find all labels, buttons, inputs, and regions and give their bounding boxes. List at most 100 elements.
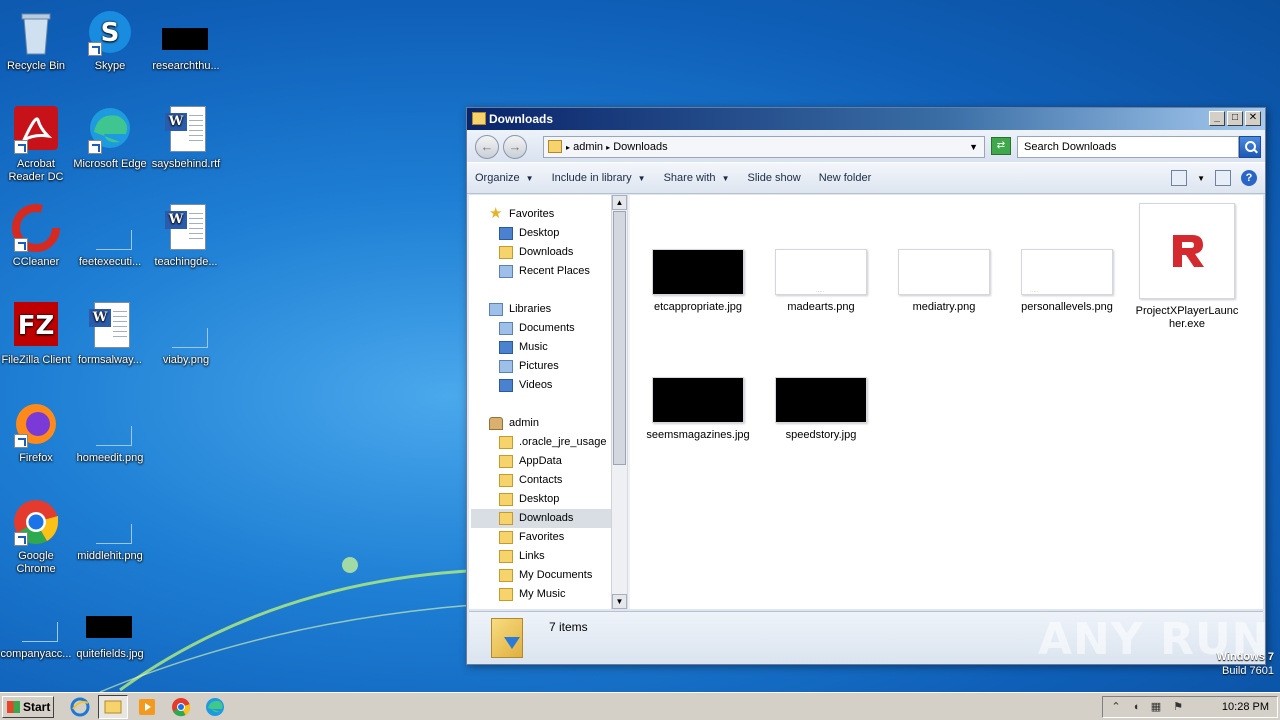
nav-pictures[interactable]: Pictures [471,357,611,376]
nav-desktop[interactable]: Desktop [471,224,611,243]
file-item[interactable]: ProjectXPlayerLauncher.exe [1135,203,1239,331]
acrobat-icon [12,106,60,154]
roblox-icon [1139,203,1235,299]
desktop-icon-recycle-bin[interactable]: Recycle Bin [0,8,74,73]
desktop-icon-feetexecuti[interactable]: feetexecuti... [72,204,148,269]
search-input[interactable]: Search Downloads [1017,136,1239,158]
scroll-thumb[interactable] [613,211,626,465]
desktop-icon-saysbehind[interactable]: saysbehind.rtf [148,106,224,171]
nav-favorites[interactable]: ★ Favorites [471,205,611,224]
chevron-down-icon[interactable]: ▼ [969,137,978,157]
breadcrumb-downloads[interactable]: Downloads [613,141,667,153]
include-in-library-button[interactable]: Include in library ▼ [552,172,646,184]
view-options-icon[interactable] [1171,170,1188,186]
minimize-button[interactable]: _ [1209,111,1225,126]
folder-icon [499,493,513,506]
network-icon[interactable]: ▦ [1149,700,1163,714]
nav-my-documents[interactable]: My Documents [471,566,611,585]
nav-recent-places[interactable]: Recent Places [471,262,611,281]
file-item[interactable]: seemsmagazines.jpg [643,377,753,442]
file-item[interactable]: speedstory.jpg [766,377,876,442]
file-item[interactable]: ····· personallevels.png [1012,249,1122,314]
slide-show-button[interactable]: Slide show [747,172,800,184]
desktop-icon-viaby[interactable]: viaby.png [148,302,224,367]
nav-documents[interactable]: Documents [471,319,611,338]
desktop-icon-formsalway[interactable]: formsalway... [72,302,148,367]
nav-music[interactable]: Music [471,338,611,357]
desktop-icon-chrome[interactable]: Google Chrome [0,498,74,576]
desktop-icon-homeedit[interactable]: homeedit.png [72,400,148,465]
shortcut-arrow-icon [88,140,102,154]
folder-icon [499,588,513,601]
folder-icon [499,455,513,468]
search-icon[interactable] [1239,136,1261,158]
nav-videos[interactable]: Videos [471,376,611,395]
desktop-icon-ccleaner[interactable]: CCleaner [0,204,74,269]
breadcrumb-admin[interactable]: admin [573,141,603,153]
pane-divider[interactable] [627,195,630,609]
desktop-icon-middlehit[interactable]: middlehit.png [72,498,148,563]
volume-icon[interactable]: ◖ [1129,700,1143,714]
chrome-icon[interactable] [171,697,191,717]
internet-explorer-icon[interactable] [70,697,90,717]
chevron-down-icon[interactable]: ▼ [1197,174,1205,183]
explorer-taskbar-button[interactable] [98,695,128,719]
start-button[interactable]: Start [2,696,54,718]
desktop-icon-skype[interactable]: S Skype [72,8,148,73]
nav-oracle-jre-usage[interactable]: .oracle_jre_usage [471,433,611,452]
file-name: mediatry.png [912,301,976,313]
nav-links[interactable]: Links [471,547,611,566]
scroll-down-arrow-icon[interactable]: ▼ [612,594,627,609]
nav-admin-downloads[interactable]: Downloads [471,509,611,528]
scroll-up-arrow-icon[interactable]: ▲ [612,195,627,210]
new-folder-button[interactable]: New folder [819,172,872,184]
file-list[interactable]: etcappropriate.jpg ····· madearts.png me… [631,195,1263,609]
ccleaner-icon [12,204,60,252]
desktop-icon-acrobat[interactable]: Acrobat Reader DC [0,106,74,184]
desktop-icon-companyacc[interactable]: companyacc... [0,596,74,661]
nav-libraries[interactable]: Libraries [471,300,611,319]
navigation-pane[interactable]: ★ Favorites Desktop Downloads Recent Plac… [471,195,611,609]
close-button[interactable]: ✕ [1245,111,1261,126]
icon-label: feetexecuti... [78,256,142,268]
address-bar[interactable]: ▸ admin ▸ Downloads ▼ [543,136,985,158]
nav-scrollbar[interactable]: ▲ ▼ [611,195,627,609]
file-item[interactable]: mediatry.png [889,249,999,314]
nav-appdata[interactable]: AppData [471,452,611,471]
file-item[interactable]: etcappropriate.jpg [643,249,753,314]
file-item[interactable]: ····· madearts.png [766,249,876,314]
window-titlebar[interactable]: Downloads _ □ ✕ [467,108,1265,130]
help-icon[interactable]: ? [1241,170,1257,186]
forward-button[interactable]: → [503,135,527,159]
show-hidden-icons-icon[interactable]: ⌃ [1109,700,1123,714]
music-icon [499,341,513,354]
icon-label: Acrobat Reader DC [8,158,64,183]
media-player-icon[interactable] [137,697,157,717]
nav-admin-desktop[interactable]: Desktop [471,490,611,509]
desktop-icon-teachingde[interactable]: teachingde... [148,204,224,269]
edge-icon[interactable] [205,697,225,717]
nav-my-music[interactable]: My Music [471,585,611,604]
desktop-icon-filezilla[interactable]: FZ FileZilla Client [0,302,74,367]
desktop-icon [499,227,513,240]
preview-pane-icon[interactable] [1215,170,1231,186]
desktop-icon-researchthu[interactable]: researchthu... [148,8,224,73]
clock[interactable]: 10:28 PM [1222,697,1269,717]
back-button[interactable]: ← [475,135,499,159]
explorer-window[interactable]: Downloads _ □ ✕ ← → ▸ admin ▸ Downloads … [466,107,1266,665]
desktop-icon-quitefields[interactable]: quitefields.jpg [72,596,148,661]
refresh-button[interactable]: ⇄ [991,137,1011,155]
image-thumbnail [775,377,867,423]
shortcut-arrow-icon [14,238,28,252]
organize-button[interactable]: Organize ▼ [475,172,534,184]
share-with-button[interactable]: Share with ▼ [664,172,730,184]
desktop-icon-edge[interactable]: Microsoft Edge [72,106,148,171]
maximize-button[interactable]: □ [1227,111,1243,126]
flag-icon[interactable]: ⚑ [1171,700,1185,714]
nav-downloads[interactable]: Downloads [471,243,611,262]
desktop-icon-firefox[interactable]: Firefox [0,400,74,465]
nav-contacts[interactable]: Contacts [471,471,611,490]
nav-admin[interactable]: admin [471,414,611,433]
nav-admin-favorites[interactable]: Favorites [471,528,611,547]
file-name: speedstory.jpg [785,429,857,441]
